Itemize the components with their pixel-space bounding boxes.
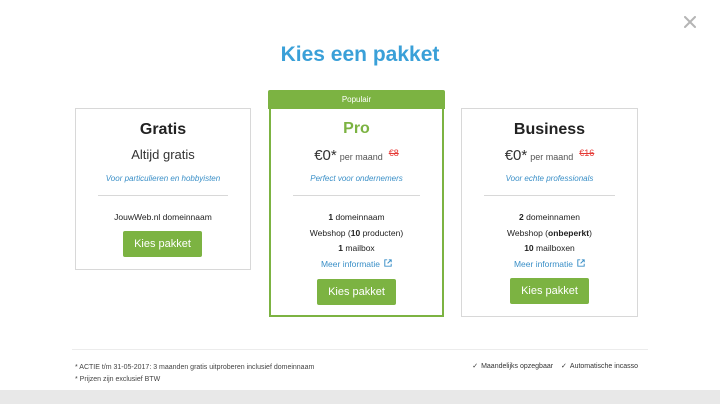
more-info-link-pro[interactable]: Meer informatie bbox=[271, 257, 442, 273]
footnote: * Prijzen zijn exclusief BTW bbox=[75, 376, 161, 383]
feature-text: Webshop ( bbox=[507, 227, 548, 238]
feature-text: producten) bbox=[360, 227, 404, 238]
feature-text: Webshop ( bbox=[309, 227, 351, 238]
external-link-icon bbox=[384, 257, 392, 273]
feature-item: Webshop (10 producten) bbox=[271, 226, 442, 242]
price-period: per maand bbox=[530, 152, 574, 162]
plan-price-text: Altijd gratis bbox=[131, 147, 195, 162]
close-icon bbox=[684, 16, 696, 28]
feature-item: 1 domeinnaam bbox=[271, 210, 442, 226]
choose-plan-button-gratis[interactable]: Kies pakket bbox=[123, 231, 202, 257]
more-info-label: Meer informatie bbox=[320, 258, 381, 269]
divider bbox=[98, 195, 228, 196]
feature-item: Webshop (onbeperkt) bbox=[462, 226, 637, 242]
price-amount: €0* bbox=[504, 147, 528, 164]
old-price: €8 bbox=[388, 148, 399, 158]
choose-plan-button-business[interactable]: Kies pakket bbox=[510, 278, 589, 304]
check-label: Maandelijks opzegbaar bbox=[481, 363, 554, 370]
choose-plan-button-pro[interactable]: Kies pakket bbox=[317, 279, 396, 305]
old-price: €16 bbox=[579, 148, 595, 158]
footnotes: * ACTIE t/m 31-05-2017: 3 maanden gratis… bbox=[75, 362, 314, 386]
feature-item: 2 domeinnamen bbox=[462, 210, 637, 226]
feature-count: onbeperkt bbox=[548, 227, 590, 238]
plan-tagline: Voor echte professionals bbox=[505, 174, 594, 183]
plan-price: €0* per maand €8 bbox=[271, 147, 442, 165]
check-label: Automatische incasso bbox=[569, 363, 638, 370]
check-icon: ✓ bbox=[561, 363, 567, 370]
benefit-checks: ✓ Maandelijks opzegbaar ✓ Automatische inc… bbox=[472, 362, 638, 370]
plan-name: Gratis bbox=[139, 121, 187, 138]
plan-card-business: Business €0* per maand €16 Voor echte prof… bbox=[461, 108, 638, 317]
feature-count: 10 bbox=[350, 227, 361, 238]
bottom-scroll-area bbox=[0, 390, 720, 404]
feature-text: mailbox bbox=[343, 243, 375, 253]
plan-tagline: Perfect voor ondernemers bbox=[310, 174, 403, 183]
feature-item: 10 mailboxen bbox=[462, 241, 637, 257]
more-info-label: Meer informatie bbox=[513, 258, 574, 269]
feature-count: 10 bbox=[524, 243, 534, 253]
check-icon: ✓ bbox=[472, 363, 479, 370]
feature-text: domeinnamen bbox=[523, 212, 580, 222]
plan-name: Pro bbox=[343, 120, 370, 137]
price-amount: €0* bbox=[314, 147, 337, 164]
feature-text: domeinnaam bbox=[333, 212, 385, 222]
plan-card-pro: Pro €0* per maand €8 Perfect voor ondernem… bbox=[269, 107, 444, 317]
plan-tagline: Voor particulieren en hobbyisten bbox=[105, 174, 221, 183]
feature-list: 1 domeinnaam Webshop (10 producten) 1 ma… bbox=[271, 210, 442, 272]
price-period: per maand bbox=[339, 152, 383, 162]
close-button[interactable] bbox=[680, 12, 700, 32]
external-link-icon bbox=[577, 257, 585, 273]
footnote: * ACTIE t/m 31-05-2017: 3 maanden gratis… bbox=[75, 364, 315, 371]
divider bbox=[293, 195, 420, 196]
divider bbox=[484, 195, 615, 196]
feature-text: mailboxen bbox=[533, 243, 575, 253]
footer-divider bbox=[72, 349, 648, 350]
plan-price: €0* per maand €16 bbox=[462, 147, 637, 165]
feature-text: ) bbox=[589, 227, 592, 238]
plan-card-gratis: Gratis Altijd gratis Voor particulieren … bbox=[75, 108, 251, 270]
feature-item: 1 mailbox bbox=[271, 241, 442, 257]
feature-item: JouwWeb.nl domeinnaam bbox=[114, 212, 212, 222]
check-item: ✓ Automatische incasso bbox=[561, 363, 638, 370]
feature-list: 2 domeinnamen Webshop (onbeperkt) 10 mai… bbox=[462, 210, 637, 272]
check-item: ✓ Maandelijks opzegbaar bbox=[472, 363, 553, 370]
more-info-link-business[interactable]: Meer informatie bbox=[462, 257, 637, 273]
page-title: Kies een pakket bbox=[280, 43, 440, 66]
plan-name: Business bbox=[513, 121, 586, 138]
feature-list: JouwWeb.nl domeinnaam bbox=[76, 210, 250, 226]
